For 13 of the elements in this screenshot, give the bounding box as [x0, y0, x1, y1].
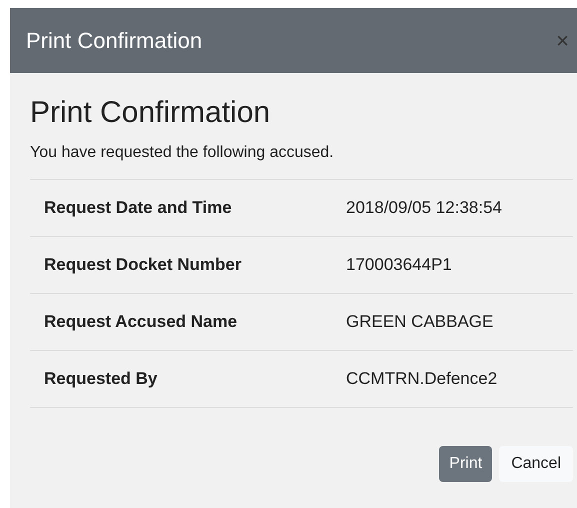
print-button[interactable]: Print	[439, 446, 492, 482]
detail-label: Requested By	[43, 368, 158, 390]
cancel-button[interactable]: Cancel	[499, 446, 573, 482]
dialog-heading: Print Confirmation	[30, 95, 272, 131]
detail-label: Request Accused Name	[43, 311, 238, 334]
message-text: You have requested the following accused.	[30, 143, 335, 163]
detail-value: 2018/09/05 12:38:54	[346, 197, 502, 220]
detail-value: CCMTRN.Defence2	[346, 368, 498, 390]
detail-label: Request Docket Number	[43, 254, 242, 276]
detail-label: Request Date and Time	[43, 197, 233, 220]
dialog-title: Print Confirmation	[26, 27, 202, 55]
detail-value: GREEN CABBAGE	[346, 311, 494, 334]
detail-value: 170003644P1	[346, 254, 452, 276]
